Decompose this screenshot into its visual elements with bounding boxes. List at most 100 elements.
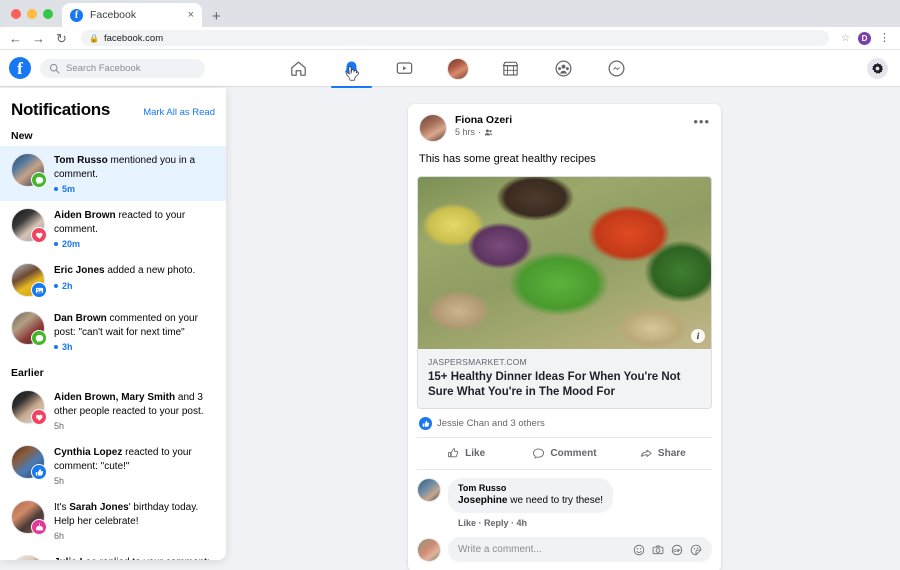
notification-actor[interactable]: Sarah Jones [69,502,128,513]
gif-icon[interactable]: GIF [671,544,683,556]
thumbs-up-icon [31,464,47,480]
notifications-section-header: Earlier [0,359,226,383]
farmers-market-photo[interactable]: i [418,177,711,349]
notification-meta: 5m [54,184,216,194]
link-preview-card[interactable]: i JASPERSMARKET.COM 15+ Healthy Dinner I… [417,176,712,409]
comment-bubble-icon [532,447,545,460]
minimize-window-button[interactable] [27,9,37,19]
new-tab-button[interactable]: + [212,9,221,24]
address-bar[interactable]: 🔒 facebook.com [81,30,829,46]
post-header: Fiona Ozeri 5 hrs · ••• [408,104,721,142]
notification-avatar-wrapper [11,311,45,345]
nav-item-home[interactable] [272,50,325,87]
browser-tab-facebook[interactable]: f Facebook × [62,3,202,27]
settings-button[interactable] [867,58,888,79]
camera-icon[interactable] [652,544,664,556]
notification-item[interactable]: Julie Lee replied to your comment: "seri… [0,548,226,560]
notifications-header: Notifications Mark All as Read [0,88,226,122]
reload-icon[interactable]: ↻ [54,32,69,45]
back-icon[interactable]: ← [8,32,23,45]
forward-icon[interactable]: → [31,32,46,45]
comment-like-button[interactable]: Like [458,518,476,528]
nav-item-groups[interactable] [537,50,590,87]
notification-avatar-wrapper [11,208,45,242]
notification-avatar-wrapper [11,500,45,534]
notification-item[interactable]: Aiden Brown reacted to your comment.20m [0,201,226,256]
notification-avatar-wrapper [11,555,45,560]
notification-actor[interactable]: Julie Lee [54,557,97,560]
notification-actor[interactable]: Eric Jones [54,265,105,276]
share-button[interactable]: Share [614,441,712,466]
facebook-top-nav: f Search Facebook [0,50,900,87]
comment-input[interactable]: Write a comment... [448,537,712,562]
thumbs-up-outline-icon [447,447,460,460]
notification-actor[interactable]: Aiden Brown [54,210,116,221]
post-action-bar: Like Comment Share [417,437,712,469]
photo-info-icon[interactable]: i [691,329,705,343]
comment-author-avatar[interactable] [417,478,441,502]
notification-actor[interactable]: Aiden Brown, Mary Smith [54,392,175,403]
maximize-window-button[interactable] [43,9,53,19]
notification-body: Cynthia Lopez reacted to your comment: "… [54,445,216,486]
notification-text: Aiden Brown, Mary Smith and 3 other peop… [54,391,216,418]
post-card: Fiona Ozeri 5 hrs · ••• This has some gr… [408,104,721,570]
groups-icon [554,59,573,78]
share-arrow-icon [640,447,653,460]
comment-body: we need to try these! [507,495,603,506]
comment-author-name[interactable]: Tom Russo [458,483,603,493]
notification-actor[interactable]: Cynthia Lopez [54,447,122,458]
comment-mention[interactable]: Josephine [458,495,507,506]
notification-body: Tom Russo mentioned you in a comment.5m [54,153,216,194]
comment-timestamp: 4h [517,518,528,528]
notification-meta: 20m [54,239,216,249]
sticker-icon[interactable] [690,544,702,556]
notification-detail: added a new photo. [105,265,196,276]
nav-item-notifications[interactable] [325,50,378,87]
link-title[interactable]: 15+ Healthy Dinner Ideas For When You're… [428,370,701,399]
link-domain: JASPERSMARKET.COM [428,357,701,367]
star-icon[interactable]: ☆ [841,33,850,44]
like-button-label: Like [465,448,485,459]
notification-timestamp: 20m [62,239,80,249]
nav-item-messenger[interactable] [590,50,643,87]
mark-all-as-read-button[interactable]: Mark All as Read [143,107,215,118]
notification-item[interactable]: It's Sarah Jones' birthday today. Help h… [0,493,226,548]
notification-body: Aiden Brown reacted to your comment.20m [54,208,216,249]
comment-item: Tom Russo Josephine we need to try these… [417,478,712,528]
notifications-list: NewTom Russo mentioned you in a comment.… [0,122,226,560]
home-icon [289,59,308,78]
cake-icon [31,519,47,535]
notification-actor[interactable]: Dan Brown [54,313,107,324]
notification-timestamp: 6h [54,531,64,541]
notification-item[interactable]: Cynthia Lopez reacted to your comment: "… [0,438,226,493]
julie-lee-avatar[interactable] [11,555,45,560]
comment-reply-button[interactable]: Reply [484,518,509,528]
url-text: facebook.com [104,33,163,44]
browser-profile-avatar[interactable]: D [858,32,871,45]
post-author-name[interactable]: Fiona Ozeri [455,114,693,126]
notification-actor[interactable]: Tom Russo [54,155,108,166]
comment-button[interactable]: Comment [515,441,613,466]
nav-item-watch[interactable] [378,50,431,87]
emoji-icon[interactable] [633,544,645,556]
current-user-avatar[interactable] [417,538,441,562]
post-options-menu[interactable]: ••• [693,114,710,126]
facebook-logo-icon[interactable]: f [9,57,31,79]
nav-item-marketplace[interactable] [484,50,537,87]
heart-icon [31,227,47,243]
notification-item[interactable]: Dan Brown commented on your post: "can't… [0,304,226,359]
search-input[interactable]: Search Facebook [40,59,205,78]
like-button[interactable]: Like [417,441,515,466]
notification-text: It's Sarah Jones' birthday today. Help h… [54,501,216,528]
reactions-summary[interactable]: Jessie Chan and 3 others [408,409,721,437]
notification-item[interactable]: Eric Jones added a new photo.2h [0,256,226,304]
close-window-button[interactable] [11,9,21,19]
bell-icon [342,59,361,79]
notification-item[interactable]: Tom Russo mentioned you in a comment.5m [0,146,226,201]
nav-item-profile[interactable] [431,50,484,87]
post-author-avatar[interactable] [419,114,447,142]
browser-menu-icon[interactable]: ⋮ [879,33,890,44]
unread-dot-icon [54,345,58,349]
notification-item[interactable]: Aiden Brown, Mary Smith and 3 other peop… [0,383,226,438]
close-icon[interactable]: × [188,10,194,21]
